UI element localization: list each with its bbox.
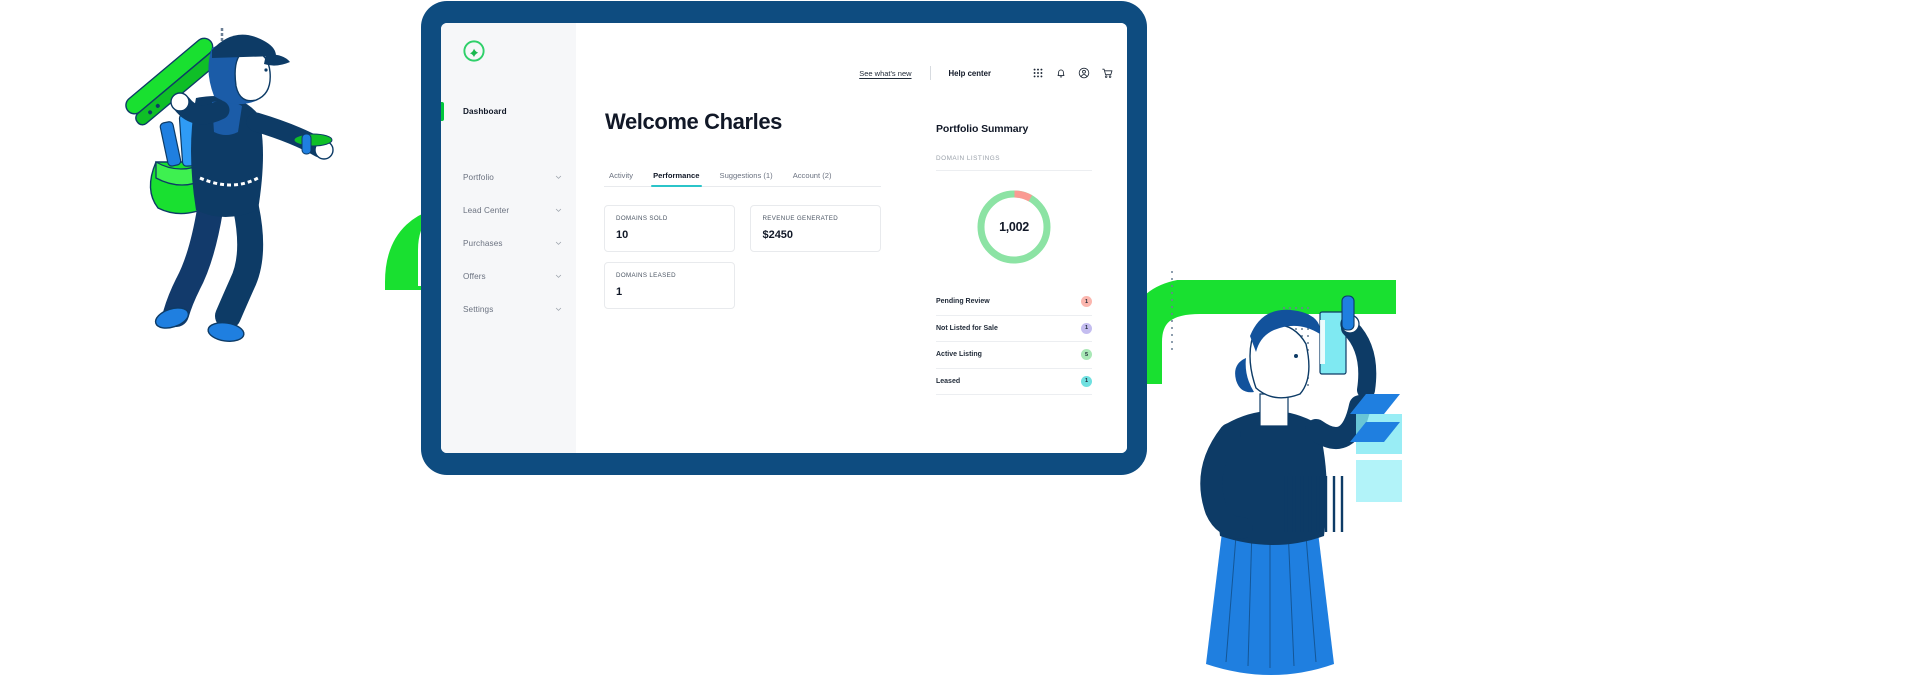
tab-performance[interactable]: Performance [643,171,709,187]
sidebar-item-label: Portfolio [463,172,494,182]
domain-listings-rows: Pending Review 1 Not Listed for Sale 1 A… [936,289,1092,395]
apps-grid-icon[interactable] [1032,67,1044,79]
active-accent-bar [441,102,444,121]
stat-card-revenue-generated: REVENUE GENERATED $2450 [750,205,882,252]
chevron-down-icon [555,307,562,311]
chevron-down-icon [555,241,562,245]
stat-card-label: DOMAINS SOLD [616,215,668,222]
screenshot-canvas: Dashboard Portfolio Lead Center Purchase… [0,0,1920,679]
tab-account[interactable]: Account (2) [783,171,842,186]
listing-row-label: Pending Review [936,298,990,306]
chevron-down-icon [555,175,562,179]
sidebar-item-label: Settings [463,304,494,314]
domain-listings-label: DOMAIN LISTINGS [936,155,1092,171]
chevron-down-icon [555,274,562,278]
stat-card-label: REVENUE GENERATED [762,215,839,222]
sidebar-item-dashboard[interactable]: Dashboard [441,95,576,128]
tab-activity[interactable]: Activity [604,171,643,186]
sidebar-item-purchases[interactable]: Purchases [441,227,576,260]
see-whats-new-link[interactable]: See what's new [859,69,911,78]
cart-icon[interactable] [1101,67,1113,79]
status-badge: 1 [1081,375,1092,387]
listing-row-label: Active Listing [936,351,982,359]
main-content: See what's new Help center Welcome Charl… [576,23,1127,453]
sidebar-item-portfolio[interactable]: Portfolio [441,161,576,194]
nc-swirl-logo-icon [463,40,485,62]
stat-card-value: $2450 [762,229,794,241]
bell-icon[interactable] [1055,67,1067,79]
tab-bar: Activity Performance Suggestions (1) Acc… [604,163,881,187]
sidebar-item-label: Offers [463,271,486,281]
stat-card-group: DOMAINS SOLD 10 REVENUE GENERATED $2450 … [604,205,894,319]
listing-row-active-listing[interactable]: Active Listing 5 [936,342,1092,369]
decorative-bottle-left [293,133,333,155]
status-badge: 5 [1081,349,1092,361]
sidebar-item-offers[interactable]: Offers [441,260,576,293]
status-badge: 1 [1081,296,1092,308]
help-center-link[interactable]: Help center [949,69,991,78]
illustration-woman-with-panel [1171,271,1402,675]
stat-card-value: 10 [616,229,629,241]
sidebar-item-label: Dashboard [463,107,507,116]
chevron-down-icon [555,208,562,212]
listing-row-label: Leased [936,377,961,385]
portfolio-summary-title: Portfolio Summary [936,123,1029,135]
donut-center-value: 1,002 [999,220,1029,234]
tablet-device-frame: Dashboard Portfolio Lead Center Purchase… [421,1,1147,475]
page-title: Welcome Charles [605,109,783,134]
stat-card-domains-sold: DOMAINS SOLD 10 [604,205,735,252]
sidebar-item-settings[interactable]: Settings [441,293,576,326]
tablet-screen: Dashboard Portfolio Lead Center Purchase… [441,23,1127,453]
sidebar-item-label: Lead Center [463,205,510,215]
sidebar-item-lead-center[interactable]: Lead Center [441,194,576,227]
account-circle-icon[interactable] [1078,67,1090,79]
sidebar: Dashboard Portfolio Lead Center Purchase… [441,23,576,453]
domain-listings-donut-chart: 1,002 [974,187,1054,267]
stat-card-label: DOMAINS LEASED [616,272,676,279]
portfolio-summary-panel: Portfolio Summary DOMAIN LISTINGS 1,002 … [936,123,1092,395]
tab-suggestions[interactable]: Suggestions (1) [710,171,783,186]
divider [929,66,931,80]
brand-logo[interactable] [463,40,485,62]
stat-card-value: 1 [616,286,623,298]
status-badge: 1 [1081,322,1092,334]
listing-row-label: Not Listed for Sale [936,324,998,332]
listing-row-pending-review[interactable]: Pending Review 1 [936,289,1092,316]
top-bar: See what's new Help center [859,63,1113,83]
stat-card-domains-leased: DOMAINS LEASED 1 [604,262,735,309]
sidebar-item-label: Purchases [463,238,503,248]
sidebar-nav: Dashboard Portfolio Lead Center Purchase… [441,95,576,326]
listing-row-leased[interactable]: Leased 1 [936,369,1092,395]
listing-row-not-listed-for-sale[interactable]: Not Listed for Sale 1 [936,316,1092,342]
